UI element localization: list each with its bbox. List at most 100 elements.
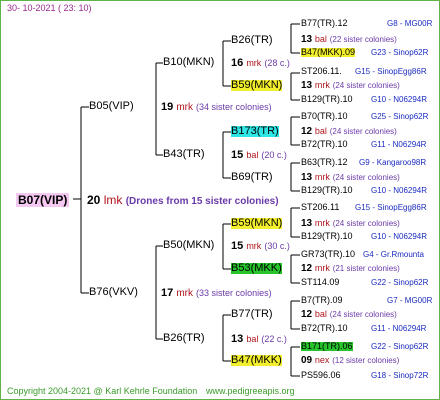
- root-note: (Drones from 15 sister colonies): [125, 196, 279, 207]
- level3-drone-info: 09 nex (12 sister colonies): [301, 356, 399, 366]
- level2-drone-info: 15 bal (20 c.): [231, 150, 287, 161]
- gen-number: 13: [301, 80, 313, 91]
- level3-drone-info: 13 mrk (24 sister colonies): [301, 81, 400, 91]
- note: (21 sister colonies): [332, 264, 400, 273]
- gen-number: 15: [231, 149, 244, 161]
- root-mark: lmk: [103, 193, 123, 207]
- level2-queen: B43(TR): [163, 148, 205, 160]
- gen-number: 09: [301, 355, 313, 366]
- leaf-info: G9 - Kangaroo98R: [359, 158, 427, 167]
- gen-number: 13: [231, 333, 244, 345]
- level3-queen: B53(MKK): [231, 262, 282, 274]
- leaf-queen: B70(TR).10: [301, 111, 348, 121]
- level3-queen: B69(TR): [231, 171, 273, 183]
- mark: mrk: [246, 58, 262, 68]
- level1-drone-info: 17 mrk (33 sister colonies): [161, 288, 272, 299]
- note: (24 sister colonies): [329, 127, 397, 136]
- copyright: Copyright 2004-2021 @ Karl Kehrle Founda…: [7, 386, 198, 396]
- leaf-info: G10 - N06294R: [371, 232, 428, 241]
- leaf-queen: ST206.11.: [301, 66, 342, 76]
- gen-number: 12: [301, 263, 313, 274]
- leaf-info: G7 - MG00R: [387, 296, 433, 305]
- note: (30 c.): [264, 241, 290, 251]
- gen-number: 13: [301, 218, 313, 229]
- root-queen: B07(VIP): [16, 193, 70, 207]
- level3-drone-info: 12 bal (24 sister colonies): [301, 127, 397, 137]
- level3-drone-info: 12 mrk (21 sister colonies): [301, 264, 400, 274]
- leaf-info: G10 - N06294R: [371, 95, 428, 104]
- mark: mrk: [314, 218, 330, 228]
- mark: mrk: [314, 80, 330, 90]
- level3-drone-info: 13 mrk (24 sister colonies): [301, 219, 400, 229]
- level2-queen: B50(MKN): [163, 239, 215, 251]
- leaf-info: G4 - Gr.Rmounta: [363, 250, 424, 259]
- leaf-info: G10 - N06294R: [371, 186, 428, 195]
- mark: bal: [314, 126, 327, 136]
- mark: bal: [314, 34, 327, 44]
- leaf-queen: B129(TR).10: [301, 94, 353, 104]
- mark: mrk: [314, 172, 330, 182]
- gen-number: 15: [231, 240, 244, 252]
- level3-drone-info: 13 mrk (24 sister colonies): [301, 173, 400, 183]
- leaf-info: G15 - SinopEgg86R: [355, 203, 427, 212]
- leaf-queen: B72(TR).10: [301, 139, 348, 149]
- leaf-info: G18 - Sinop72R: [371, 371, 429, 380]
- mark: bal: [246, 150, 259, 160]
- level2-drone-info: 15 mrk (30 c.): [231, 241, 290, 252]
- level2-drone-info: 13 bal (22 c.): [231, 334, 287, 345]
- note: (34 sister colonies): [196, 102, 272, 112]
- leaf-info: G11 - N06294R: [371, 140, 427, 149]
- note: (22 c.): [261, 334, 287, 344]
- leaf-queen: B129(TR).10: [301, 185, 353, 195]
- leaf-info: G15 - SinopEgg86R: [355, 67, 427, 76]
- leaf-info: G25 - Sinop62R: [371, 112, 429, 121]
- level3-drone-info: 13 bal (22 sister colonies): [301, 35, 397, 45]
- gen-number: 12: [301, 309, 313, 320]
- generation-date: 30- 10-2021 ( 23: 10): [7, 3, 92, 13]
- mark: mrk: [176, 102, 193, 113]
- leaf-queen: ST206.11: [301, 202, 340, 212]
- note: (28 c.): [264, 58, 290, 68]
- leaf-queen: B7(TR).09: [301, 295, 343, 305]
- mark: bal: [246, 334, 259, 344]
- level3-queen: B59(MKN): [231, 217, 283, 229]
- leaf-queen: B77(TR).12: [301, 18, 348, 28]
- note: (24 sister colonies): [332, 173, 400, 182]
- level3-queen: B47(MKK): [231, 354, 282, 366]
- website-link[interactable]: www.pedigreeapis.org: [206, 387, 295, 396]
- level1-drone-info: 19 mrk (34 sister colonies): [161, 102, 272, 113]
- leaf-queen: B47(MKK).09: [301, 47, 356, 57]
- gen-number: 16: [231, 57, 244, 69]
- leaf-info: G8 - MG00R: [387, 19, 433, 28]
- gen-number: 12: [301, 126, 313, 137]
- root-drone-info: 20 lmk (Drones from 15 sister colonies): [87, 194, 279, 207]
- gen-number: 17: [161, 287, 174, 299]
- note: (20 c.): [261, 150, 287, 160]
- level2-drone-info: 16 mrk (28 c.): [231, 58, 290, 69]
- mark: mrk: [246, 241, 262, 251]
- note: (33 sister colonies): [196, 288, 272, 298]
- leaf-queen: B171(TR).06: [301, 341, 353, 351]
- level3-queen: B26(TR): [231, 34, 273, 46]
- leaf-queen: PS596.06: [301, 370, 341, 380]
- note: (24 sister colonies): [332, 81, 400, 90]
- level3-drone-info: 12 bal (24 sister colonies): [301, 310, 397, 320]
- note: (24 sister colonies): [329, 310, 397, 319]
- leaf-queen: B63(TR).12: [301, 157, 348, 167]
- gen-number: 19: [161, 101, 174, 113]
- leaf-queen: ST114.09: [301, 277, 340, 287]
- leaf-info: G23 - Sinop62R: [371, 48, 429, 57]
- leaf-info: G22 - Sinop62R: [371, 278, 429, 287]
- mark: mrk: [314, 263, 330, 273]
- level3-queen: B77(TR): [231, 308, 273, 320]
- note: (24 sister colonies): [332, 219, 400, 228]
- level1-queen: B05(VIP): [89, 100, 134, 112]
- note: (12 sister colonies): [332, 356, 400, 365]
- mark: nex: [314, 355, 330, 365]
- level2-queen: B26(TR): [163, 332, 205, 344]
- gen-number: 13: [301, 172, 313, 183]
- level3-queen: B173(TR): [231, 125, 279, 137]
- mark: mrk: [176, 288, 193, 299]
- leaf-info: G11 - N06294R: [371, 324, 427, 333]
- gen-number: 13: [301, 34, 313, 45]
